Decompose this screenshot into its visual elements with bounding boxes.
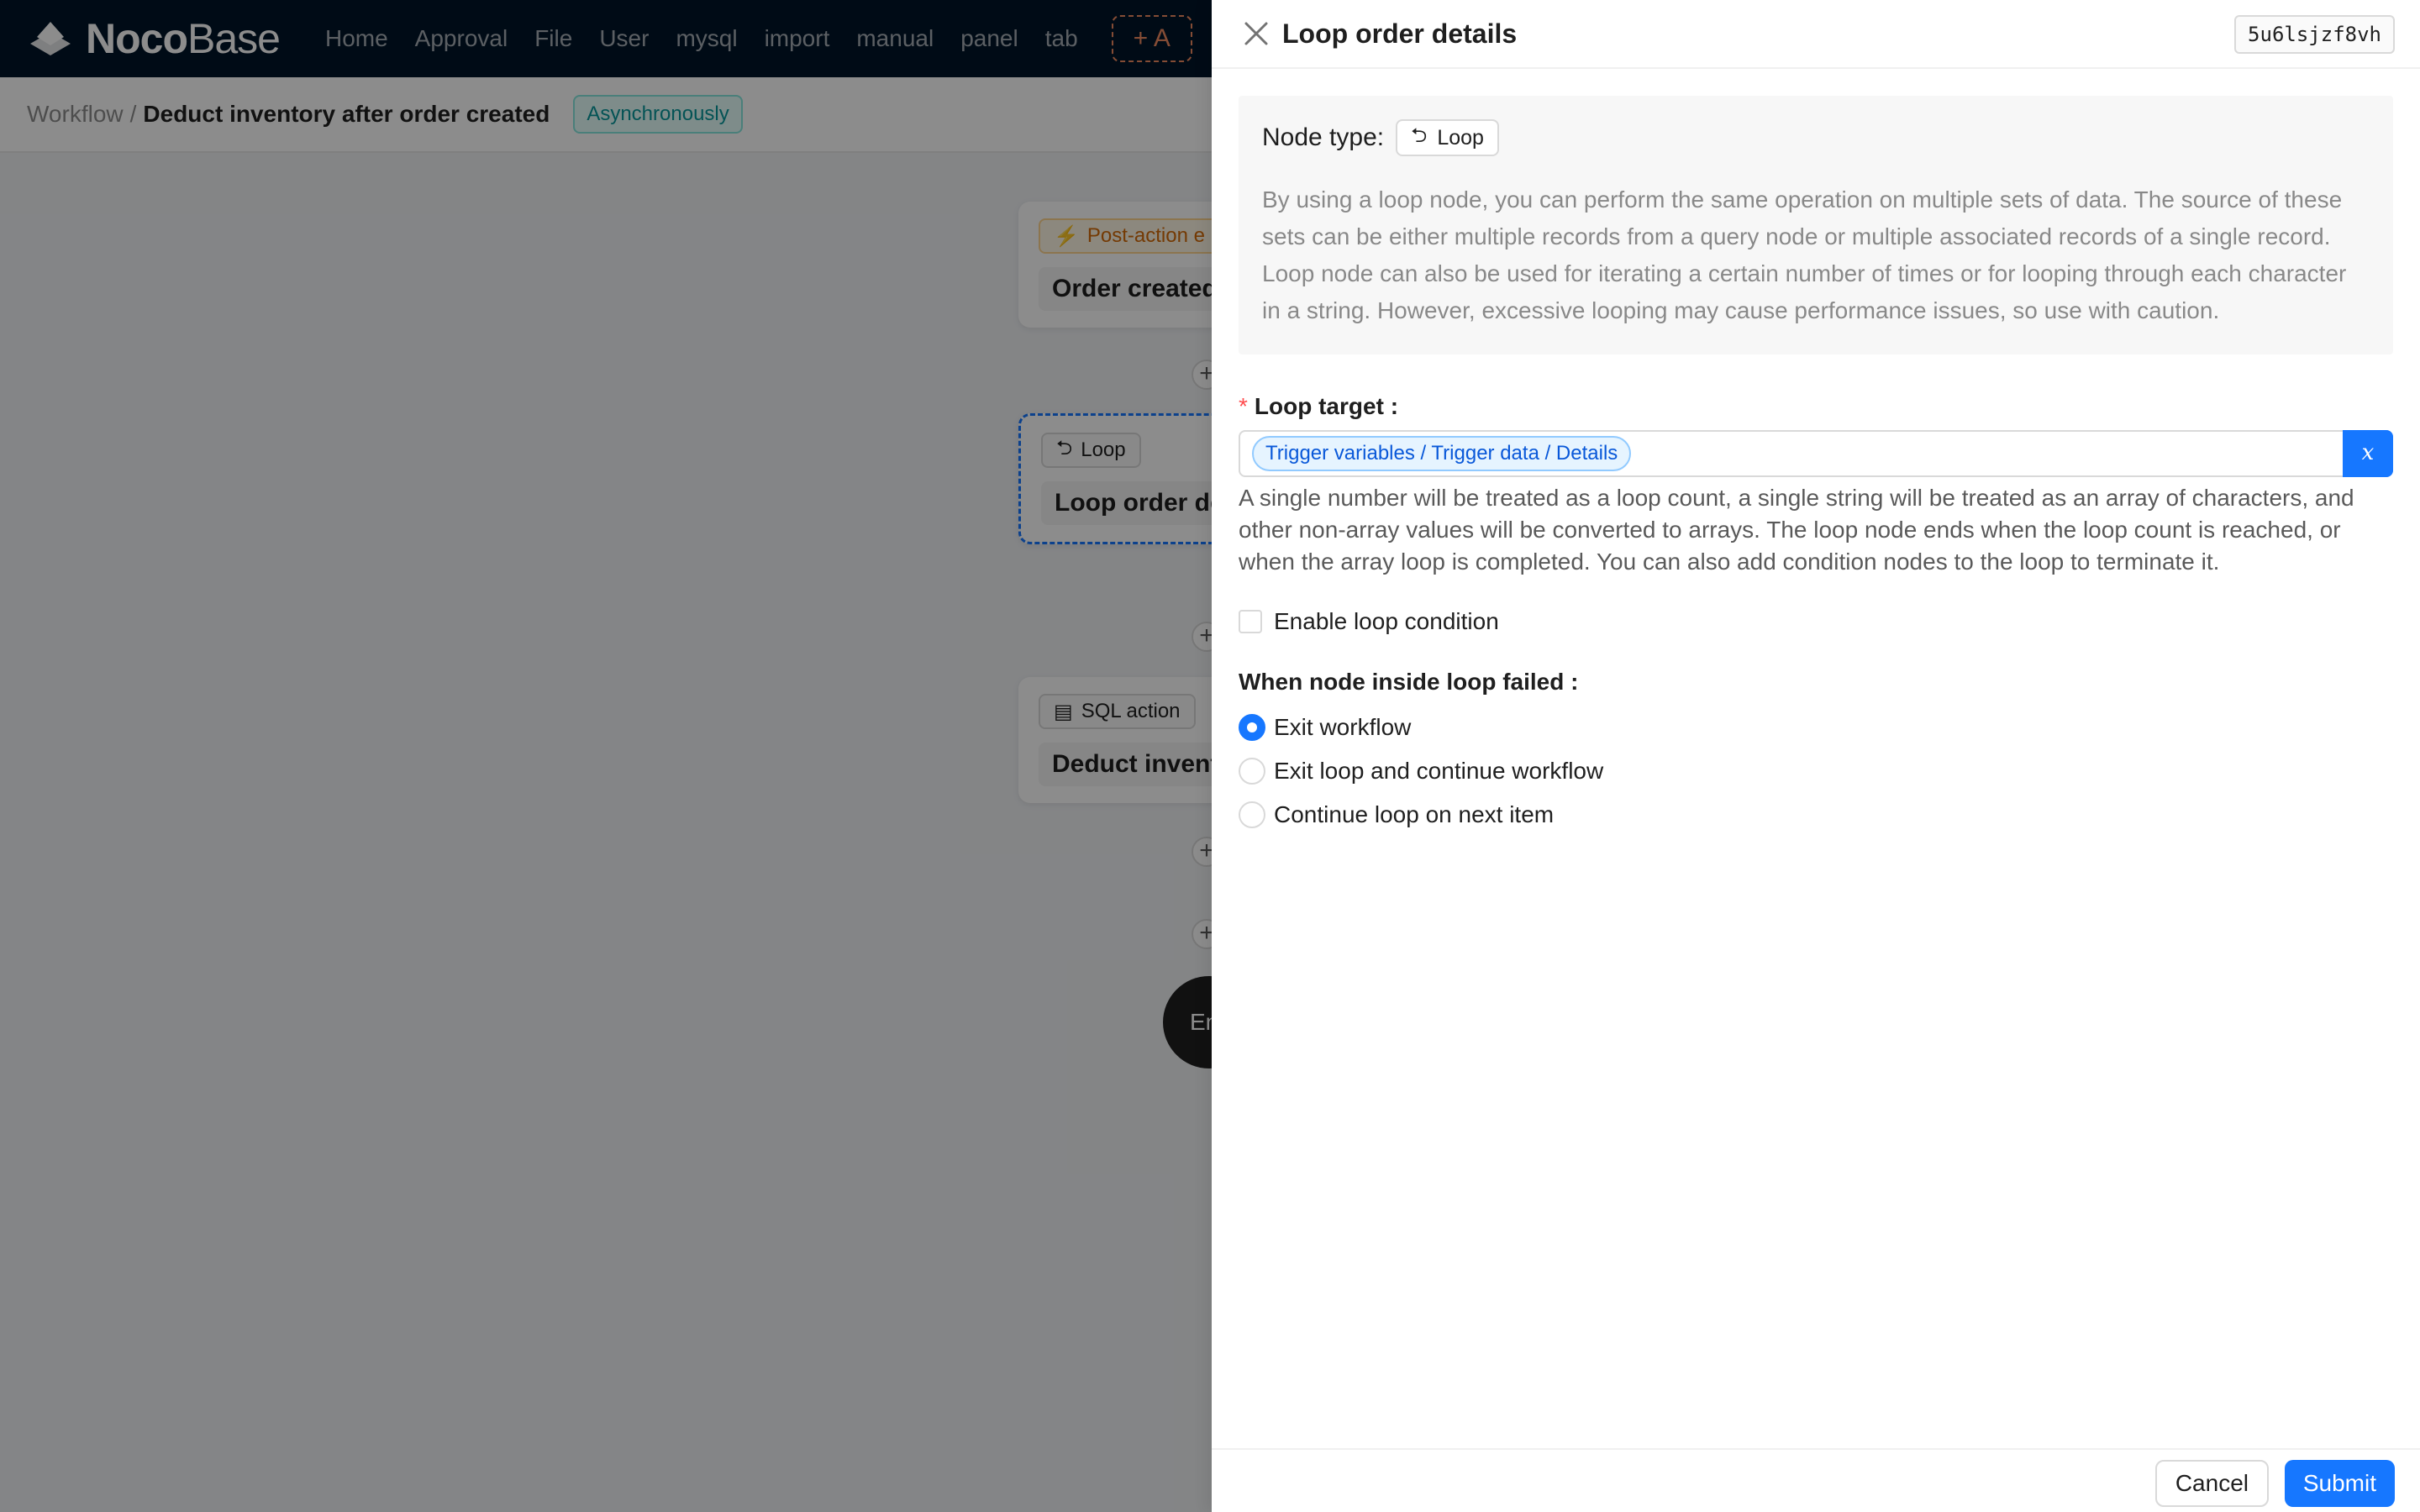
radio-exit-loop-continue[interactable]: Exit loop and continue workflow [1239, 749, 2393, 793]
failure-handling-label: When node inside loop failed : [1239, 669, 2393, 696]
failure-handling-label-colon: : [1570, 669, 1579, 695]
loop-target-input[interactable]: Trigger variables / Trigger data / Detai… [1239, 430, 2393, 477]
drawer-title[interactable]: Loop order details [1282, 18, 1517, 50]
variable-tag[interactable]: Trigger variables / Trigger data / Detai… [1252, 436, 1632, 471]
cancel-button[interactable]: Cancel [2154, 1460, 2269, 1507]
radio-label[interactable]: Continue loop on next item [1274, 801, 1554, 828]
radio-button[interactable] [1239, 801, 1265, 828]
radio-label[interactable]: Exit workflow [1274, 714, 1411, 741]
node-description: By using a loop node, you can perform th… [1262, 186, 2347, 323]
close-icon[interactable] [1242, 19, 1270, 48]
radio-button[interactable] [1239, 714, 1265, 741]
node-info-panel: Node type: ⮌ Loop By using a loop node, y… [1239, 96, 2393, 354]
loop-target-label: * Loop target : [1239, 393, 2393, 420]
drawer-footer: Cancel Submit [1212, 1448, 2420, 1512]
radio-button[interactable] [1239, 758, 1265, 785]
node-key-badge: 5u6lsjzf8vh [2234, 15, 2395, 54]
loop-icon: ⮌ [1411, 123, 1428, 147]
drawer-body: Node type: ⮌ Loop By using a loop node, y… [1239, 69, 2393, 837]
node-type-row: Node type: ⮌ Loop [1262, 119, 2370, 156]
loop-target-help: A single number will be treated as a loo… [1239, 485, 2354, 575]
node-type-tag: ⮌ Loop [1396, 119, 1499, 156]
loop-target-label-text: Loop target [1254, 393, 1384, 419]
variable-picker-button[interactable]: x [2343, 430, 2393, 477]
failure-handling-label-text: When node inside loop failed [1239, 669, 1565, 695]
loop-target-label-colon: : [1390, 393, 1399, 419]
node-type-label: Node type: [1262, 123, 1385, 151]
node-config-drawer: Loop order details 5u6lsjzf8vh Node type… [1212, 0, 2420, 1512]
checkbox-label[interactable]: Enable loop condition [1274, 608, 1499, 635]
radio-label[interactable]: Exit loop and continue workflow [1274, 758, 1603, 785]
drawer-header: Loop order details 5u6lsjzf8vh [1212, 0, 2420, 69]
required-mark: * [1239, 393, 1248, 419]
enable-loop-condition-checkbox[interactable]: Enable loop condition [1239, 608, 2393, 635]
radio-continue-next-item[interactable]: Continue loop on next item [1239, 793, 2393, 837]
node-type-value: Loop [1437, 125, 1484, 150]
submit-button[interactable]: Submit [2284, 1460, 2395, 1507]
checkbox-box[interactable] [1239, 610, 1262, 633]
failure-radio-group: Exit workflow Exit loop and continue wor… [1239, 706, 2393, 837]
radio-exit-workflow[interactable]: Exit workflow [1239, 706, 2393, 749]
